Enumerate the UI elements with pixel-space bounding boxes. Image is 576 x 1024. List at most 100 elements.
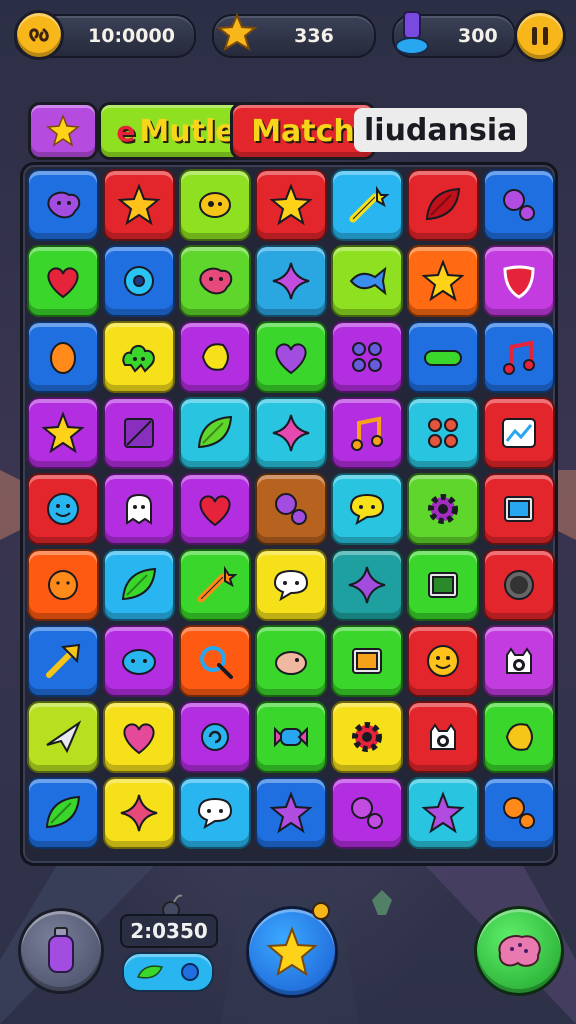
game-tile[interactable] <box>483 397 555 469</box>
star-icon <box>41 411 85 454</box>
egg-icon <box>50 342 76 374</box>
game-tile[interactable] <box>483 625 555 697</box>
bird-icon <box>275 651 307 675</box>
game-tile[interactable] <box>407 473 479 545</box>
game-tile[interactable] <box>103 701 175 773</box>
note-icon <box>503 340 535 375</box>
swirl-icon <box>201 723 229 751</box>
game-tile[interactable] <box>27 245 99 317</box>
sparkle-icon <box>120 794 158 832</box>
sun-icon <box>48 570 78 600</box>
heart-icon <box>199 495 231 527</box>
game-tile[interactable] <box>27 549 99 621</box>
game-tile[interactable] <box>103 777 175 849</box>
booster-tray[interactable] <box>122 952 214 992</box>
game-tile[interactable] <box>103 625 175 697</box>
game-tile[interactable] <box>331 473 403 545</box>
star-icon <box>117 183 161 226</box>
game-tile[interactable] <box>331 549 403 621</box>
game-board <box>20 162 558 866</box>
game-tile[interactable] <box>407 701 479 773</box>
cloud-icon <box>122 345 155 373</box>
game-tile[interactable] <box>27 169 99 241</box>
game-tile[interactable] <box>27 625 99 697</box>
leaf-icon <box>136 965 164 979</box>
game-tile[interactable] <box>255 245 327 317</box>
pause-icon <box>532 27 548 45</box>
smile-icon <box>47 493 79 525</box>
game-tile[interactable] <box>331 701 403 773</box>
game-tile[interactable] <box>179 625 251 697</box>
leaf-icon <box>197 415 233 449</box>
wand-icon <box>349 185 389 223</box>
game-tile[interactable] <box>27 321 99 393</box>
bubbles-icon <box>275 493 307 525</box>
game-tile[interactable] <box>179 397 251 469</box>
star-booster-button[interactable] <box>246 906 338 998</box>
game-tile[interactable] <box>103 321 175 393</box>
game-tile[interactable] <box>255 397 327 469</box>
game-tile[interactable] <box>407 549 479 621</box>
game-tile[interactable] <box>103 245 175 317</box>
game-tile[interactable] <box>407 169 479 241</box>
timer-value: 10:0000 <box>88 25 175 47</box>
game-tile[interactable] <box>331 169 403 241</box>
game-tile[interactable] <box>103 549 175 621</box>
game-tile[interactable] <box>255 701 327 773</box>
game-tile[interactable] <box>407 321 479 393</box>
lives-button[interactable] <box>14 10 64 60</box>
game-tile[interactable] <box>483 777 555 849</box>
game-tile[interactable] <box>179 777 251 849</box>
game-tile[interactable] <box>27 701 99 773</box>
game-tile[interactable] <box>179 245 251 317</box>
square-icon <box>124 418 154 448</box>
game-tile[interactable] <box>27 473 99 545</box>
game-tile[interactable] <box>179 473 251 545</box>
potion-icon <box>395 11 429 55</box>
game-tile[interactable] <box>179 549 251 621</box>
game-tile[interactable] <box>255 473 327 545</box>
game-tile[interactable] <box>331 321 403 393</box>
game-tile[interactable] <box>255 777 327 849</box>
game-tile[interactable] <box>483 169 555 241</box>
game-tile[interactable] <box>483 701 555 773</box>
game-tile[interactable] <box>483 245 555 317</box>
game-tile[interactable] <box>407 625 479 697</box>
game-tile[interactable] <box>103 397 175 469</box>
game-tile[interactable] <box>179 701 251 773</box>
game-tile[interactable] <box>27 777 99 849</box>
dots-icon <box>352 342 382 372</box>
gear-icon <box>428 494 458 524</box>
game-tile[interactable] <box>27 397 99 469</box>
frame-icon <box>504 496 534 522</box>
game-tile[interactable] <box>331 397 403 469</box>
game-tile[interactable] <box>255 321 327 393</box>
eye-blob-icon <box>199 192 231 218</box>
ball-icon <box>504 570 534 600</box>
game-tile[interactable] <box>255 625 327 697</box>
star-icon <box>269 183 313 226</box>
game-tile[interactable] <box>255 549 327 621</box>
potion-booster-button[interactable] <box>18 908 104 994</box>
game-tile[interactable] <box>407 397 479 469</box>
game-tile[interactable] <box>103 169 175 241</box>
chart-icon <box>502 418 536 448</box>
game-tile[interactable] <box>255 169 327 241</box>
game-tile[interactable] <box>407 777 479 849</box>
play-button[interactable] <box>474 906 564 996</box>
game-tile[interactable] <box>179 169 251 241</box>
game-tile[interactable] <box>179 321 251 393</box>
leaf-icon <box>121 567 157 601</box>
game-tile[interactable] <box>407 245 479 317</box>
game-tile[interactable] <box>331 777 403 849</box>
donut-icon <box>124 266 154 296</box>
pause-button[interactable] <box>514 10 566 62</box>
game-tile[interactable] <box>483 321 555 393</box>
game-tile[interactable] <box>331 625 403 697</box>
game-tile[interactable] <box>331 245 403 317</box>
score-box: 2:0350 <box>120 914 218 948</box>
game-tile[interactable] <box>103 473 175 545</box>
game-tile[interactable] <box>483 549 555 621</box>
sparkle-icon <box>348 566 386 604</box>
game-tile[interactable] <box>483 473 555 545</box>
